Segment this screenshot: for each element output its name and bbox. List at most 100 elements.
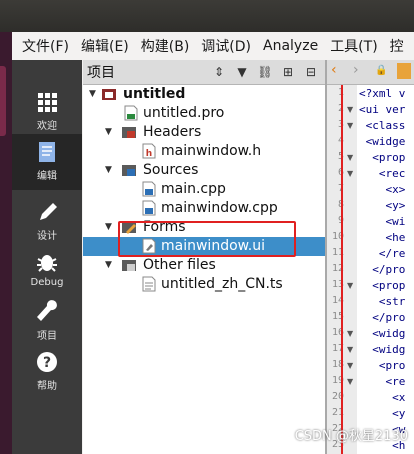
fold-arrow-icon[interactable]: ▼	[347, 345, 353, 354]
tree-item-mainwindow-cpp[interactable]: mainwindow.cpp	[83, 199, 325, 218]
tree-item-main-cpp[interactable]: main.cpp	[83, 180, 325, 199]
nav-back-icon[interactable]: ‹	[331, 62, 337, 78]
mode-edit[interactable]: 编辑	[12, 134, 82, 190]
tree-label: untitled	[123, 86, 186, 102]
projects-panel-toolbar: 项目 ⇕ ▼ ⛓ ⊞ ⊟	[83, 60, 325, 85]
code-line: </re	[359, 247, 406, 260]
tree-item-mainwindow-h[interactable]: h mainwindow.h	[83, 142, 325, 161]
code-line: <rec	[359, 167, 406, 180]
bug-icon	[37, 255, 57, 272]
close-panel-icon[interactable]: ⊟	[302, 63, 320, 81]
fold-arrow-icon[interactable]: ▼	[347, 361, 353, 370]
code-line: <widge	[359, 135, 406, 148]
fold-arrow-icon[interactable]: ▼	[347, 281, 353, 290]
code-line: <y>	[359, 199, 406, 212]
help-icon: ?	[37, 352, 57, 372]
panel-title: 项目	[87, 65, 115, 81]
code-line: <x	[359, 391, 406, 404]
mode-label: 帮助	[37, 381, 57, 392]
sort-arrows-icon[interactable]: ⇕	[210, 63, 228, 81]
tree-item-untitled-pro[interactable]: untitled.pro	[83, 104, 325, 123]
menu-edit[interactable]: 编辑(E)	[75, 36, 135, 56]
tree-label: main.cpp	[161, 181, 226, 197]
tree-item-untitled[interactable]: ▼ untitled	[83, 85, 325, 104]
code-line: <widg	[359, 343, 406, 356]
menu-control[interactable]: 控	[384, 36, 410, 56]
mode-projects[interactable]: 项目	[12, 294, 82, 350]
mode-label: 编辑	[37, 171, 57, 182]
svg-text:?: ?	[43, 355, 51, 371]
fold-arrow-icon[interactable]: ▼	[347, 153, 353, 162]
mode-help[interactable]: ? 帮助	[12, 344, 82, 400]
code-editor[interactable]: <?xml v <ui ver <class <widge <prop <rec …	[357, 85, 414, 454]
menu-file[interactable]: 文件(F)	[12, 36, 75, 56]
code-line: </pro	[359, 263, 406, 276]
red-line-annotation	[341, 85, 343, 454]
fold-arrow-icon[interactable]: ▼	[347, 121, 353, 130]
tree-item-other-files[interactable]: ▼ Other files	[83, 256, 325, 275]
fold-arrow-icon[interactable]: ▼	[347, 377, 353, 386]
menu-build[interactable]: 构建(B)	[135, 36, 196, 56]
code-line: <y	[359, 407, 406, 420]
grid-icon	[38, 93, 57, 112]
expand-arrow-icon[interactable]: ▼	[105, 165, 112, 175]
mode-sidebar: 欢迎 编辑 设计 Debug 项目 ? 帮助	[12, 60, 82, 454]
cpp-file-icon	[142, 181, 156, 197]
fold-arrow-icon[interactable]: ▼	[347, 329, 353, 338]
wrench-icon	[37, 300, 57, 321]
tree-label: Other files	[143, 257, 216, 273]
mode-label: 设计	[37, 231, 57, 242]
code-line: <prop	[359, 279, 406, 292]
mode-debug[interactable]: Debug	[12, 244, 82, 300]
fold-arrow-icon[interactable]: ▼	[347, 105, 353, 114]
expand-arrow-icon[interactable]: ▼	[105, 222, 112, 232]
menu-bar: 文件(F) 编辑(E) 构建(B) 调试(D) Analyze 工具(T) 控	[12, 32, 414, 60]
svg-text:h: h	[146, 149, 152, 159]
tree-item-headers[interactable]: ▼ Headers	[83, 123, 325, 142]
menu-tools[interactable]: 工具(T)	[324, 36, 383, 56]
menu-analyze[interactable]: Analyze	[257, 38, 324, 54]
nav-forward-icon[interactable]: ›	[353, 62, 359, 78]
mode-welcome[interactable]: 欢迎	[12, 84, 82, 140]
link-icon[interactable]: ⛓	[256, 63, 274, 81]
tree-label: mainwindow.h	[161, 143, 262, 159]
mode-design[interactable]: 设计	[12, 194, 82, 250]
tree-label: untitled_zh_CN.ts	[161, 276, 283, 292]
tree-label: untitled.pro	[143, 105, 225, 121]
window-title-bar	[0, 0, 414, 32]
lock-icon: 🔒	[375, 65, 388, 76]
header-file-icon: h	[142, 143, 156, 159]
code-line: <?xml v	[359, 87, 406, 100]
code-line: <str	[359, 295, 406, 308]
desktop-dock-edge	[0, 32, 12, 454]
tree-label: Sources	[143, 162, 199, 178]
expand-arrow-icon[interactable]: ▼	[105, 260, 112, 270]
red-highlight-annotation	[118, 221, 296, 257]
editor-toolbar: ‹ › 🔒	[327, 60, 414, 85]
code-line: <prop	[359, 151, 406, 164]
cpp-file-icon	[142, 200, 156, 216]
split-icon[interactable]: ⊞	[279, 63, 297, 81]
headers-folder-icon	[122, 127, 136, 138]
code-line: <x>	[359, 183, 406, 196]
code-line: <re	[359, 375, 406, 388]
project-icon	[102, 89, 116, 100]
code-line: </pro	[359, 311, 406, 324]
code-line: <widg	[359, 327, 406, 340]
code-line: <class	[359, 119, 406, 132]
sources-folder-icon	[122, 165, 136, 176]
pro-file-icon	[124, 105, 138, 121]
other-folder-icon	[122, 260, 136, 271]
code-line: <ui ver	[359, 103, 406, 116]
mode-label: 项目	[37, 331, 57, 342]
code-line: <wi	[359, 215, 406, 228]
expand-arrow-icon[interactable]: ▼	[89, 89, 96, 99]
tree-item-sources[interactable]: ▼ Sources	[83, 161, 325, 180]
menu-debug[interactable]: 调试(D)	[195, 36, 257, 56]
expand-arrow-icon[interactable]: ▼	[105, 127, 112, 137]
file-type-icon	[397, 63, 411, 79]
fold-arrow-icon[interactable]: ▼	[347, 169, 353, 178]
ts-file-icon	[142, 276, 156, 292]
tree-item-ts-file[interactable]: untitled_zh_CN.ts	[83, 275, 325, 294]
filter-icon[interactable]: ▼	[233, 63, 251, 81]
